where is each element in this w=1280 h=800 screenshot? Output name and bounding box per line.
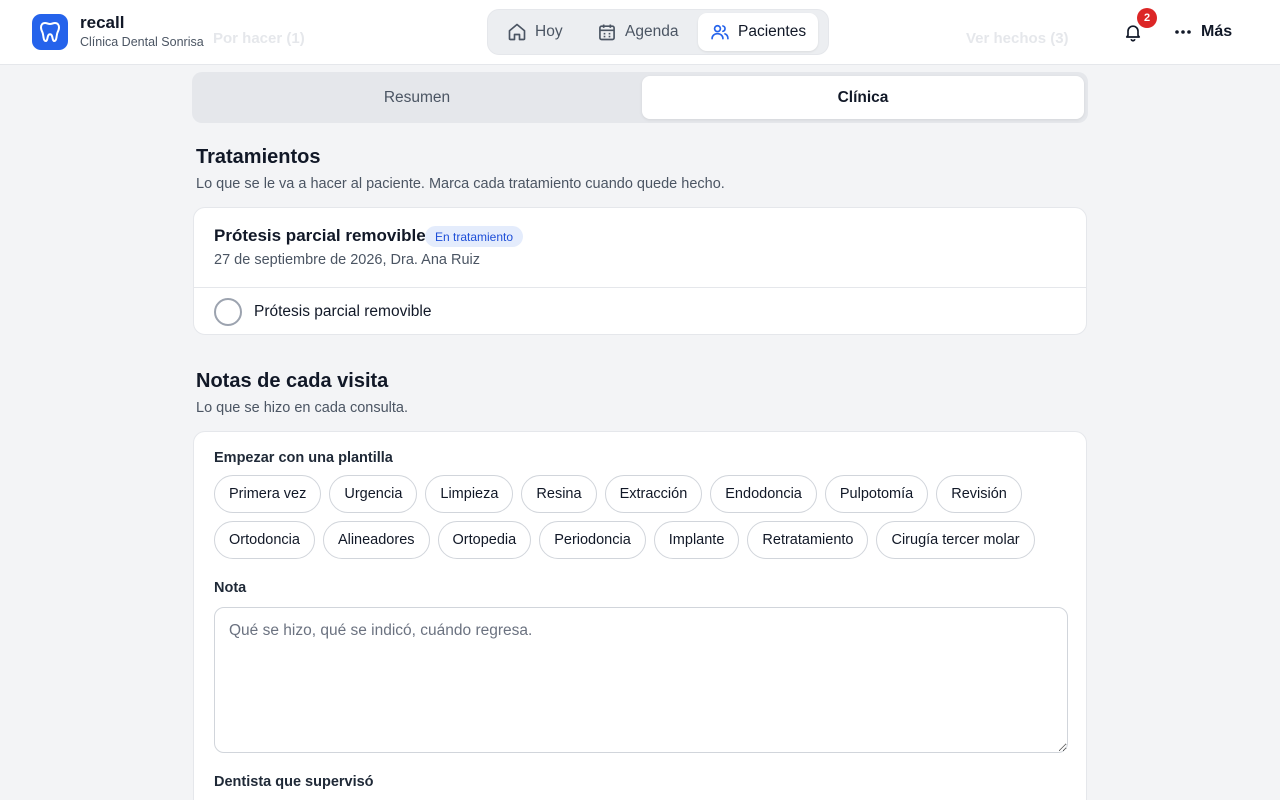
template-chip[interactable]: Extracción	[604, 475, 703, 513]
background-done-link: Ver hechos (3)	[966, 30, 1069, 47]
nav-label-agenda: Agenda	[625, 23, 679, 40]
nav-item-hoy[interactable]: Hoy	[495, 13, 575, 51]
tooth-icon	[40, 22, 60, 42]
calendar-icon	[599, 24, 615, 41]
template-chip[interactable]: Alineadores	[322, 521, 430, 559]
nav-item-agenda[interactable]: Agenda	[585, 13, 690, 51]
more-label: Más	[1201, 23, 1233, 40]
card-divider	[194, 287, 1086, 288]
template-chip[interactable]: Retratamiento	[747, 521, 869, 559]
notification-count-badge: 2	[1137, 8, 1157, 28]
note-label: Nota	[214, 580, 247, 596]
note-form-card: Empezar con una plantilla Primera vez Ur…	[193, 431, 1087, 800]
template-chip[interactable]: Ortodoncia	[214, 521, 315, 559]
users-icon	[711, 24, 729, 40]
status-badge: En tratamiento	[425, 226, 524, 247]
treatment-meta: 27 de septiembre de 2026, Dra. Ana Ruiz	[214, 252, 480, 268]
template-chip[interactable]: Implante	[653, 521, 740, 559]
nav-item-pacientes[interactable]: Pacientes	[698, 13, 819, 51]
app-name: recall	[80, 13, 125, 32]
template-chip[interactable]: Revisión	[936, 475, 1022, 513]
nav-label-hoy: Hoy	[535, 23, 563, 40]
treatment-name: Prótesis parcial removible	[214, 226, 426, 245]
tab-resumen[interactable]: Resumen	[196, 76, 638, 119]
template-chip[interactable]: Pulpotomía	[824, 475, 929, 513]
template-label: Empezar con una plantilla	[214, 450, 393, 466]
treatment-card: Prótesis parcial removible En tratamient…	[193, 207, 1087, 335]
template-chip[interactable]: Urgencia	[329, 475, 418, 513]
template-chip[interactable]: Limpieza	[425, 475, 514, 513]
main-nav: Hoy Agenda Pacientes	[487, 9, 829, 55]
patient-tabs: Resumen Clínica	[192, 72, 1088, 123]
template-chip[interactable]: Cirugía tercer molar	[876, 521, 1035, 559]
supervisor-label: Dentista que supervisó	[214, 774, 374, 790]
top-header: Por hacer (1) Ver hechos (3) recall Clín…	[0, 0, 1280, 65]
template-chip[interactable]: Endodoncia	[710, 475, 817, 513]
template-chip[interactable]: Primera vez	[214, 475, 322, 513]
treatments-title: Tratamientos	[196, 146, 321, 168]
home-icon	[508, 23, 526, 41]
background-pending-tab: Por hacer (1)	[213, 30, 305, 47]
note-textarea[interactable]	[214, 607, 1068, 753]
treatments-subtitle: Lo que se le va a hacer al paciente. Mar…	[196, 176, 725, 192]
template-chip[interactable]: Resina	[521, 475, 597, 513]
more-menu-button[interactable]: Más	[1174, 20, 1232, 44]
treatment-done-checkbox[interactable]	[214, 298, 242, 326]
template-chips: Primera vez Urgencia Limpieza Resina Ext…	[214, 475, 1074, 559]
nav-label-pacientes: Pacientes	[738, 23, 807, 40]
app-logo[interactable]	[32, 14, 68, 50]
template-chip[interactable]: Periodoncia	[539, 521, 646, 559]
tab-clinica[interactable]: Clínica	[642, 76, 1084, 119]
treatment-item-label: Prótesis parcial removible	[254, 303, 432, 320]
ellipsis-icon	[1175, 30, 1191, 34]
clinic-name: Clínica Dental Sonrisa	[80, 35, 204, 49]
notes-title: Notas de cada visita	[196, 370, 389, 392]
template-chip[interactable]: Ortopedia	[437, 521, 532, 559]
notes-subtitle: Lo que se hizo en cada consulta.	[196, 400, 409, 416]
